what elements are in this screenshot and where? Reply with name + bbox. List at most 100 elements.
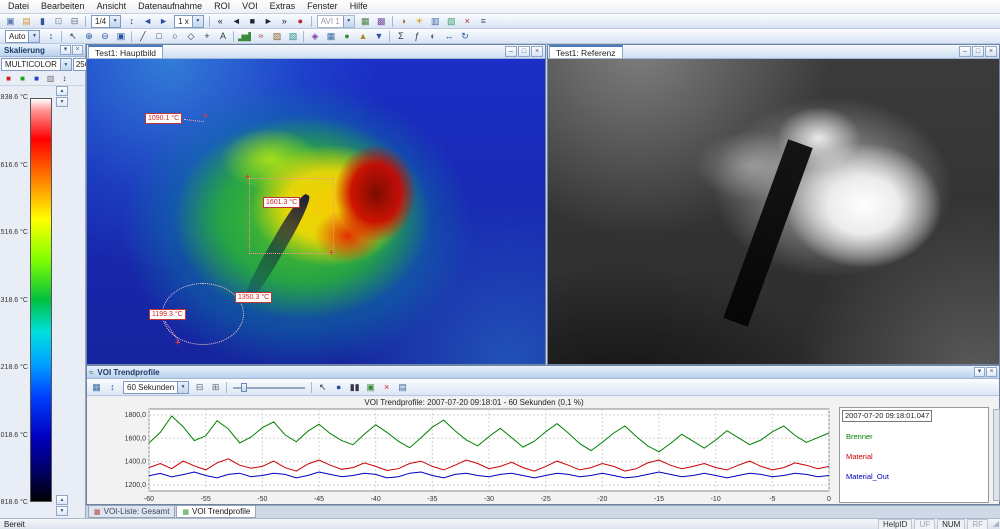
trend-table-icon[interactable]: ▦ xyxy=(89,381,104,394)
palette-icon[interactable]: ▧ xyxy=(285,30,300,43)
overlay-icon[interactable]: ▩ xyxy=(374,15,389,28)
color-scale-bar[interactable] xyxy=(30,98,52,502)
ref-window-titlebar[interactable]: Test1: Referenz – □ × xyxy=(548,45,999,59)
panel-close-button[interactable]: × xyxy=(986,367,997,377)
trend-pause-icon[interactable]: ▮▮ xyxy=(347,381,362,394)
close-button[interactable]: × xyxy=(531,46,543,57)
polygon-roi-icon[interactable]: ◇ xyxy=(183,30,198,43)
main-window-tab[interactable]: Test1: Hauptbild xyxy=(88,45,163,58)
point-roi-icon[interactable]: + xyxy=(199,30,214,43)
legend-material[interactable]: Material xyxy=(846,452,988,461)
menu-item[interactable]: Extras xyxy=(264,0,302,13)
palette-blue-icon[interactable]: ■ xyxy=(30,73,43,84)
trend-panel-header[interactable]: ≈ VOI Trendprofile ▾ × xyxy=(87,366,999,379)
copy-icon[interactable]: ⊡ xyxy=(51,15,66,28)
legend-brenner[interactable]: Brenner xyxy=(846,432,988,441)
trend-history-slider[interactable] xyxy=(233,383,305,392)
menu-item[interactable]: Bearbeiten xyxy=(35,0,91,13)
restore-button[interactable]: □ xyxy=(972,46,984,57)
new-icon[interactable]: ▣ xyxy=(3,15,18,28)
chevron-down-icon[interactable]: ▼ xyxy=(343,16,354,27)
chevron-down-icon[interactable]: ▼ xyxy=(28,31,39,42)
autoscale-icon[interactable]: ↕ xyxy=(43,30,58,43)
scaling-mode-combo[interactable]: Auto▼ xyxy=(5,30,40,43)
play-icon[interactable]: ► xyxy=(261,15,276,28)
text-annotation-icon[interactable]: A xyxy=(215,30,230,43)
trend-scale-icon[interactable]: ↕ xyxy=(105,381,120,394)
trend-clear-icon[interactable]: × xyxy=(379,381,394,394)
max-marker-icon[interactable]: ▲ xyxy=(355,30,370,43)
palette-table-icon[interactable]: ▥ xyxy=(44,73,57,84)
menu-item[interactable]: Datei xyxy=(2,0,35,13)
scale-down-button[interactable]: ▼ xyxy=(56,506,68,516)
close-button[interactable]: × xyxy=(985,46,997,57)
palette-red-icon[interactable]: ■ xyxy=(2,73,15,84)
roi-label-1350[interactable]: 1350.3 °C xyxy=(235,292,272,303)
spot-marker-1199[interactable]: + xyxy=(175,339,180,347)
min-marker-icon[interactable]: ▼ xyxy=(371,30,386,43)
stop-icon[interactable]: ■ xyxy=(245,15,260,28)
scale-up2-button[interactable]: ▼ xyxy=(56,97,68,107)
restore-button[interactable]: □ xyxy=(518,46,530,57)
profile-icon[interactable]: ≈ xyxy=(253,30,268,43)
goto-end-icon[interactable]: » xyxy=(277,15,292,28)
trend-watch-icon[interactable]: ● xyxy=(331,381,346,394)
trend-print-icon[interactable]: ⊟ xyxy=(192,381,207,394)
menu-item[interactable]: Fenster xyxy=(301,0,344,13)
panel-close-button[interactable]: × xyxy=(72,45,83,55)
ref-window-tab[interactable]: Test1: Referenz xyxy=(549,45,623,58)
menu-item[interactable]: Hilfe xyxy=(344,0,374,13)
frame-spinner-icon[interactable]: ↕ xyxy=(124,15,139,28)
save-icon[interactable]: ▮ xyxy=(35,15,50,28)
palette-combo[interactable]: MULTICOLOR ▼ xyxy=(1,58,72,71)
play-reverse-icon[interactable]: ◄ xyxy=(229,15,244,28)
list-icon[interactable]: ≡ xyxy=(476,15,491,28)
brightness-icon[interactable]: ☀ xyxy=(412,15,427,28)
zoom-in-icon[interactable]: ⊕ xyxy=(81,30,96,43)
panel-menu-button[interactable]: ▾ xyxy=(974,367,985,377)
split-view-icon[interactable]: ▥ xyxy=(428,15,443,28)
menu-item[interactable]: ROI xyxy=(208,0,236,13)
close-sequence-icon[interactable]: × xyxy=(460,15,475,28)
zoom-fit-icon[interactable]: ▣ xyxy=(113,30,128,43)
trend-export-icon[interactable]: ▤ xyxy=(395,381,410,394)
tab-voi-trendprofile[interactable]: ▦ VOI Trendprofile xyxy=(176,506,256,518)
menu-item[interactable]: Datenaufnahme xyxy=(132,0,208,13)
trend-chart[interactable]: -60-55-50-45-40-35-30-25-20-15-10-501200… xyxy=(113,407,835,504)
roi-label-1601[interactable]: 1601.3 °C xyxy=(263,197,300,208)
invert-palette-icon[interactable]: ◐ xyxy=(425,30,440,43)
frame-combo[interactable]: 1/4▼ xyxy=(91,15,121,28)
contrast-icon[interactable]: ◑ xyxy=(396,15,411,28)
roi-manager-icon[interactable]: ◈ xyxy=(307,30,322,43)
tab-voi-liste[interactable]: ▦ VOI-Liste: Gesamt xyxy=(88,506,175,518)
line-roi-icon[interactable]: ╱ xyxy=(135,30,150,43)
open-icon[interactable]: ▤ xyxy=(19,15,34,28)
scale-up-button[interactable]: ▲ xyxy=(56,86,68,96)
spot-marker-1090[interactable]: + xyxy=(203,112,208,120)
menu-item[interactable]: VOI xyxy=(236,0,264,13)
isotherm-icon[interactable]: ▨ xyxy=(269,30,284,43)
ellipse-roi-icon[interactable]: ○ xyxy=(167,30,182,43)
record-icon[interactable]: ● xyxy=(293,15,308,28)
palette-stretch-icon[interactable]: ↕ xyxy=(58,73,71,84)
histogram-icon[interactable]: ▂▅▇ xyxy=(237,30,252,43)
pointer-tool-icon[interactable]: ↖ xyxy=(65,30,80,43)
rotate-icon[interactable]: ↻ xyxy=(457,30,472,43)
slider-thumb[interactable] xyxy=(241,383,247,392)
resize-grip[interactable]: ◢ xyxy=(993,519,999,529)
matrix-icon[interactable]: ▦ xyxy=(323,30,338,43)
scaling-panel-header[interactable]: Skalierung ▾ × xyxy=(0,44,85,57)
chevron-down-icon[interactable]: ▼ xyxy=(177,382,188,393)
goto-start-icon[interactable]: « xyxy=(213,15,228,28)
scale-down2-button[interactable]: ▲ xyxy=(56,495,68,505)
palette-green-icon[interactable]: ■ xyxy=(16,73,29,84)
chevron-down-icon[interactable]: ▼ xyxy=(192,16,203,27)
trend-cursor-icon[interactable]: ↖ xyxy=(315,381,330,394)
chevron-down-icon[interactable]: ▼ xyxy=(60,59,71,70)
legend-material-out[interactable]: Material_Out xyxy=(846,472,988,481)
minimize-button[interactable]: – xyxy=(505,46,517,57)
menu-item[interactable]: Ansicht xyxy=(91,0,133,13)
spot-label-1090[interactable]: 1090.1 °C xyxy=(145,113,182,124)
sequence-grid-icon[interactable]: ▦ xyxy=(358,15,373,28)
avi-combo[interactable]: AVI 1▼ xyxy=(317,15,355,28)
